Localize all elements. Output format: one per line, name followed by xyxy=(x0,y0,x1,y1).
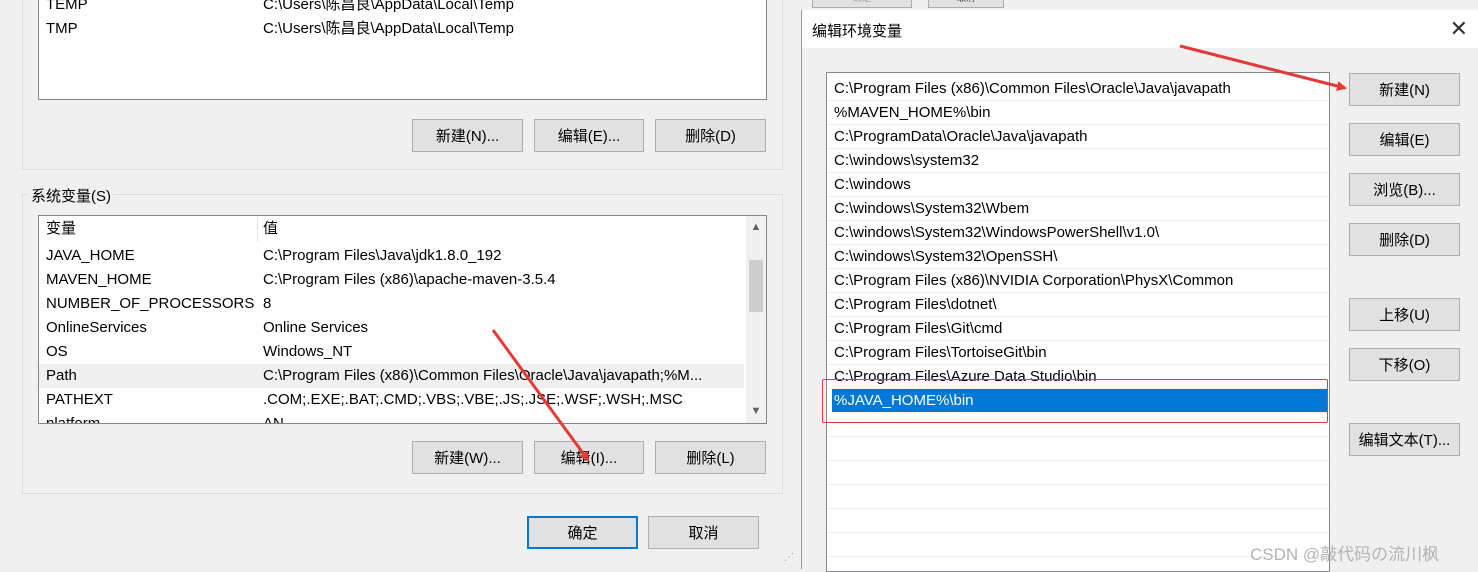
watermark: CSDN @敲代码の流川枫 xyxy=(1250,545,1440,564)
annotation-arrows xyxy=(491,44,1347,462)
arrow-to-edit-button xyxy=(491,329,590,462)
arrow-to-new-button xyxy=(1179,44,1347,91)
